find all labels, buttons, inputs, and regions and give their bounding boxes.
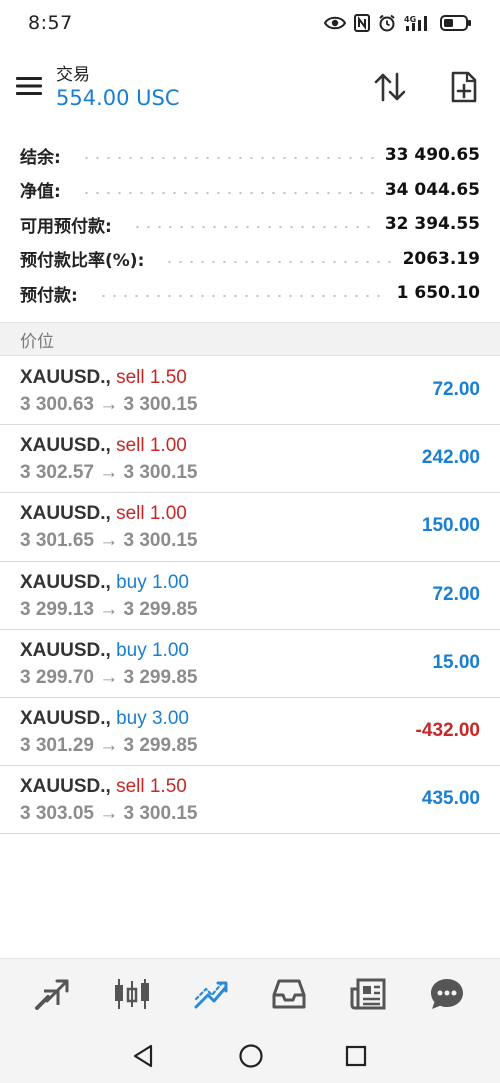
summary-row-margin-level: 预付款比率(%): 2063.19 [0,242,500,277]
tab-chart[interactable] [102,964,162,1024]
position-prices: 3 299.13 → 3 299.85 [20,598,198,620]
position-profit: 150.00 [421,515,480,537]
position-type: sell 1.50 [116,776,187,798]
position-row[interactable]: XAUUSD., buy 1.00 3 299.70 → 3 299.85 15… [0,630,500,698]
app-header: 交易 554.00 USC [0,52,500,120]
status-bar: 8:57 4G [0,0,500,46]
position-type: sell 1.00 [116,503,187,525]
page-title: 交易 [56,65,90,85]
tab-trade[interactable] [181,964,241,1024]
tab-messages[interactable] [417,964,477,1024]
summary-value: 32 394.55 [384,214,480,235]
summary-label: 预付款: [20,285,78,306]
position-prices: 3 301.65 → 3 300.15 [20,530,198,552]
dotted-leader [80,157,375,160]
account-balance: 554.00 USC [56,86,180,110]
position-type: sell 1.50 [116,367,187,388]
position-prices: 3 301.29 → 3 299.85 [20,734,198,756]
position-prices: 3 302.57 → 3 300.15 [20,462,198,484]
summary-row-margin: 预付款: 1 650.10 [0,276,500,311]
summary-row-balance: 结余: 33 490.65 [0,138,500,173]
home-icon[interactable] [238,1043,264,1069]
bottom-tab-bar [0,958,500,1028]
messages-icon [430,978,463,1009]
network-type: 4G [404,15,416,24]
menu-icon[interactable] [16,76,42,96]
status-time: 8:57 [28,12,73,34]
position-profit: 72.00 [432,583,480,605]
quotes-icon [35,979,69,1010]
position-header: XAUUSD., sell 1.50 [20,776,187,798]
position-header: XAUUSD., buy 3.00 [20,708,189,730]
alarm-icon [379,14,395,32]
position-symbol: XAUUSD., [20,639,111,661]
dotted-leader [80,191,375,194]
position-prices: 3 300.63 → 3 300.15 [20,394,198,415]
signal-4g-icon: 4G [404,15,427,31]
tab-history[interactable] [259,964,319,1024]
position-symbol: XAUUSD., [20,367,111,388]
new-order-icon[interactable] [450,70,478,104]
summary-value: 33 490.65 [384,145,480,166]
history-icon [272,979,306,1008]
position-symbol: XAUUSD., [20,707,111,729]
position-header: XAUUSD., sell 1.00 [20,503,187,525]
section-header-positions: 价位 [0,322,500,356]
summary-label: 结余: [20,147,61,168]
position-header: XAUUSD., buy 1.00 [20,572,189,594]
trade-icon [194,981,228,1008]
position-type: sell 1.00 [116,435,187,457]
position-profit: 15.00 [432,651,480,673]
position-symbol: XAUUSD., [20,503,111,525]
summary-label: 可用预付款: [20,216,112,237]
summary-row-free-margin: 可用预付款: 32 394.55 [0,207,500,242]
positions-list: XAUUSD., sell 1.50 3 300.63 → 3 300.15 7… [0,357,500,835]
position-symbol: XAUUSD., [20,776,111,798]
recent-apps-icon[interactable] [345,1045,367,1067]
position-prices: 3 303.05 → 3 300.15 [20,803,198,825]
position-row[interactable]: XAUUSD., sell 1.00 3 301.65 → 3 300.15 1… [0,493,500,562]
nfc-icon [354,14,370,32]
position-symbol: XAUUSD., [20,435,111,457]
position-row[interactable]: XAUUSD., sell 1.50 3 300.63 → 3 300.15 7… [0,357,500,426]
dotted-leader [131,226,375,229]
position-row[interactable]: XAUUSD., sell 1.50 3 303.05 → 3 300.15 4… [0,766,500,835]
summary-value: 2063.19 [402,248,480,269]
summary-value: 34 044.65 [384,179,480,200]
position-profit: 242.00 [421,447,480,469]
position-profit: -432.00 [415,719,480,741]
tab-news[interactable] [338,964,398,1024]
summary-value: 1 650.10 [396,283,480,304]
position-type: buy 3.00 [116,707,189,729]
chart-icon [114,978,149,1009]
status-icons: 4G [324,14,472,32]
dotted-leader [97,295,387,298]
system-nav-bar [0,1028,500,1083]
back-icon[interactable] [132,1044,154,1068]
position-header: XAUUSD., sell 1.00 [20,435,187,457]
summary-row-equity: 净值: 34 044.65 [0,173,500,208]
account-summary: 结余: 33 490.65 净值: 34 044.65 可用预付款: 32 39… [0,138,500,311]
summary-label: 预付款比率(%): [20,251,145,272]
position-header: XAUUSD., sell 1.50 [20,367,187,389]
position-row[interactable]: XAUUSD., sell 1.00 3 302.57 → 3 300.15 2… [0,425,500,494]
position-profit: 435.00 [421,788,480,810]
position-symbol: XAUUSD., [20,571,111,593]
position-row[interactable]: XAUUSD., buy 3.00 3 301.29 → 3 299.85 -4… [0,698,500,767]
news-icon [350,978,386,1009]
position-row[interactable]: XAUUSD., buy 1.00 3 299.13 → 3 299.85 72… [0,562,500,630]
sort-icon[interactable] [373,72,407,102]
position-profit: 72.00 [432,379,480,400]
position-prices: 3 299.70 → 3 299.85 [20,666,198,688]
position-header: XAUUSD., buy 1.00 [20,640,189,662]
summary-label: 净值: [20,182,61,203]
dotted-leader [164,260,393,263]
tab-quotes[interactable] [23,964,83,1024]
position-type: buy 1.00 [116,639,189,661]
battery-icon [440,15,471,31]
position-type: buy 1.00 [116,571,189,593]
eye-icon [324,16,346,30]
